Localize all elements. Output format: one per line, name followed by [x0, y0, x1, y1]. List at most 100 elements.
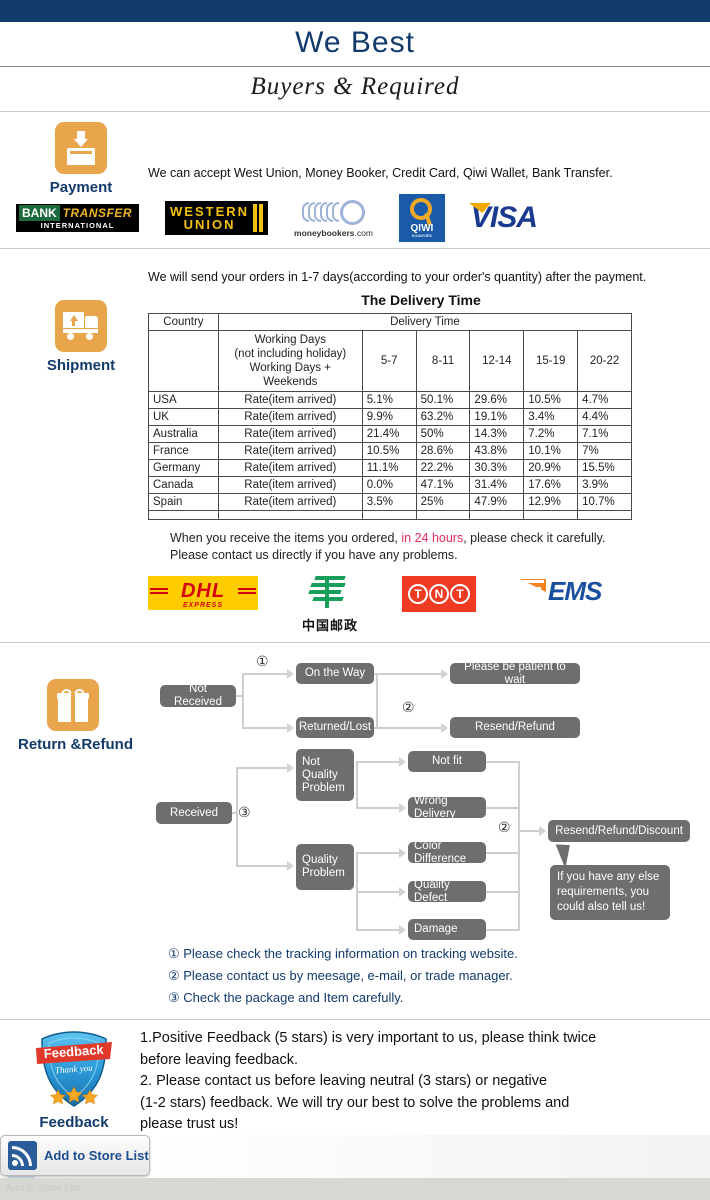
flow2-merge-h1: [486, 807, 520, 809]
cell-rate-label: Rate(item arrived): [217, 442, 363, 460]
cell-value-0: 5.1%: [361, 391, 417, 409]
rss-icon: [8, 1141, 37, 1170]
table-header-row-2: Working Days (not including holiday) Wor…: [148, 330, 632, 392]
cell-country: Canada: [148, 476, 219, 494]
flow1-marker-1: ①: [256, 653, 269, 669]
flow2-marker-2: ②: [498, 819, 511, 835]
feedback-icon-col: Feedback Thank you Feedback: [14, 1028, 134, 1131]
note-before: When you receive the items you ordered,: [170, 531, 402, 545]
cell-value-4: 7.1%: [577, 425, 632, 443]
return-refund-label: Return &Refund: [18, 736, 133, 753]
cell-country: UK: [148, 408, 219, 426]
flow1-marker-2: ②: [402, 699, 415, 715]
cell-country: Spain: [148, 493, 219, 511]
store-glare: [150, 1135, 710, 1180]
top-navy-bar: [0, 0, 710, 22]
feedback-line-4: (1-2 stars) feedback. We will try our be…: [140, 1094, 570, 1111]
header-subtitle: Buyers & Required: [250, 73, 460, 100]
flow2-color-difference-node: Color Difference: [408, 840, 486, 865]
wd-line-2: (not including holiday): [234, 348, 347, 360]
note-item-3: ③ Check the package and Item carefully.: [168, 990, 404, 1005]
return-refund-flowchart: Not Received ① On the Way Returned/Lost …: [148, 649, 710, 940]
cell-value-2: 47.9%: [469, 493, 525, 511]
cell-value-1: 25%: [415, 493, 471, 511]
feedback-section: Feedback Thank you Feedback 1.Positive F…: [0, 1020, 710, 1136]
cell-value-1: 50%: [415, 425, 471, 443]
flow2-callout-bubble: If you have any else requirements, you c…: [550, 865, 670, 920]
cell-value-2: 29.6%: [469, 391, 525, 409]
shipment-section: Shipment We will send your orders in 1-7…: [0, 264, 710, 643]
flow2-split-vline: [236, 767, 238, 867]
cell-value-3: 10.1%: [523, 442, 579, 460]
spacer-country: [148, 510, 219, 520]
cell-value-3: 10.5%: [523, 391, 579, 409]
feedback-line-3: 2. Please contact us before leaving neut…: [140, 1073, 548, 1089]
cell-value-4: 3.9%: [577, 476, 632, 494]
payment-icon-col: Payment: [26, 122, 136, 196]
flow2-gb-item1-hline: [356, 891, 400, 893]
flow2-ga-item0-hline: [356, 761, 400, 763]
flow2-chevron-gb: [287, 861, 294, 871]
cell-value-2: 30.3%: [469, 459, 525, 477]
flow2-quality-problem-node: Quality Problem: [296, 844, 354, 890]
shipment-label: Shipment: [46, 357, 116, 374]
th-bucket-3: 15-19: [523, 330, 579, 392]
spacer-rate: [217, 510, 363, 520]
spacer-2: [469, 510, 525, 520]
dhl-logo: DHL EXPRESS: [148, 576, 258, 610]
cell-value-3: 3.4%: [523, 408, 579, 426]
bank-transfer-logo: BANK TRANSFER INTERNATIONAL: [16, 204, 140, 232]
flow2-to-gb-hline: [236, 865, 288, 867]
bank-transfer-sub-text: INTERNATIONAL: [40, 221, 115, 230]
table-header-row-1: Country Delivery Time: [148, 313, 633, 331]
flow2-merge-vline: [518, 761, 520, 931]
cell-value-0: 11.1%: [361, 459, 417, 477]
table-row: Canada Rate(item arrived) 0.0% 47.1% 31.…: [148, 476, 632, 494]
visa-logo: VISA: [468, 201, 538, 235]
delivery-time-table: Country Delivery Time Working Days (not …: [148, 313, 633, 520]
bank-transfer-transfer-text: TRANSFER: [62, 206, 133, 220]
dhl-text: DHL: [180, 580, 226, 602]
flow1-stem-hline: [236, 695, 244, 697]
wd-line-1: Working Days: [254, 334, 326, 346]
cell-value-4: 7%: [577, 442, 632, 460]
table-row: Australia Rate(item arrived) 21.4% 50% 1…: [148, 425, 632, 443]
cell-value-1: 28.6%: [415, 442, 471, 460]
flow2-wrong-delivery-node: Wrong Delivery: [408, 795, 486, 820]
feedback-line-2: before leaving feedback.: [140, 1051, 298, 1068]
cell-value-4: 10.7%: [577, 493, 632, 511]
page-title: We Best: [295, 26, 415, 59]
flow2-result-node: Resend/Refund/Discount: [548, 820, 690, 842]
flow2-quality-defect-node: Quality Defect: [408, 879, 486, 904]
cell-country: Germany: [148, 459, 219, 477]
npq-line-1: Not: [302, 755, 320, 768]
flow2-chevron-colordiff: [399, 848, 406, 858]
flow1-to-a-hline: [242, 673, 288, 675]
flow1-split-vline: [242, 673, 244, 729]
cell-value-3: 17.6%: [523, 476, 579, 494]
flow2-result-hline: [518, 830, 540, 832]
flow2-merge-h0: [486, 761, 520, 763]
western-union-logo: WESTERN UNION: [165, 201, 269, 235]
th-working-days: Working Days (not including holiday) Wor…: [217, 330, 363, 392]
flow2-gb-item2-hline: [356, 929, 400, 931]
spacer-1: [415, 510, 471, 520]
flow2-chevron-qualitydefect: [399, 887, 406, 897]
table-row: Spain Rate(item arrived) 3.5% 25% 47.9% …: [148, 493, 632, 511]
china-post-logo: 中国邮政: [302, 576, 358, 634]
cell-value-1: 22.2%: [415, 459, 471, 477]
flow2-not-quality-problem-node: Not Quality Problem: [296, 749, 354, 801]
th-delivery-time: Delivery Time: [217, 313, 633, 331]
flow1-chevron-d: [441, 723, 448, 733]
qp-line-1: Quality: [302, 854, 338, 866]
cell-value-2: 43.8%: [469, 442, 525, 460]
flow2-chevron-ga: [287, 763, 294, 773]
qp-line-2: Problem: [302, 867, 345, 879]
add-to-store-list-button[interactable]: Add to Store List: [0, 1135, 150, 1176]
cell-country: Australia: [148, 425, 219, 443]
flow2-chevron-damage: [399, 925, 406, 935]
wd-line-3: Working Days + Weekends: [249, 362, 331, 388]
shipment-truck-icon: [55, 300, 107, 352]
mb-tld: .com: [354, 228, 373, 238]
th-country: Country: [148, 313, 219, 331]
